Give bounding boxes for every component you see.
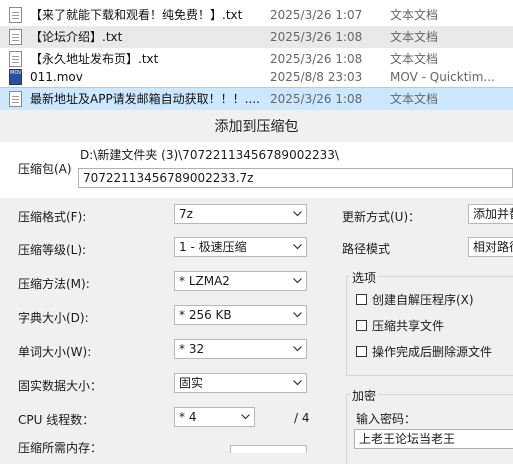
memory-label: 压缩所需内存： — [18, 441, 103, 455]
level-value: 1 - 极速压缩 — [179, 240, 247, 254]
dict-label: 字典大小(D): — [18, 311, 89, 325]
cpu-value: * 4 — [179, 410, 197, 424]
word-label: 单词大小(W): — [18, 345, 92, 359]
chevron-down-icon — [290, 205, 302, 223]
chevron-down-icon — [290, 340, 302, 358]
shared-option-label: 压缩共享文件 — [372, 319, 445, 333]
format-select[interactable]: 7z — [174, 204, 307, 224]
file-list: 【来了就能下载和观看！纯免费！】.txt 2025/3/26 1:07 文本文档… — [0, 0, 513, 111]
pathmode-select[interactable]: 相对路径 — [468, 237, 513, 257]
delete-checkbox[interactable] — [356, 346, 367, 357]
method-value: * LZMA2 — [179, 274, 230, 288]
format-value: 7z — [179, 207, 193, 221]
solid-value: 固实 — [179, 376, 204, 390]
memory-field — [230, 445, 307, 453]
shared-checkbox[interactable] — [356, 320, 367, 331]
file-row[interactable]: MOV 011.mov 2025/8/8 23:03 MOV - Quickti… — [0, 66, 513, 88]
options-title: 选项 — [350, 269, 379, 286]
method-select[interactable]: * LZMA2 — [174, 271, 307, 291]
cpu-label: CPU 线程数： — [18, 413, 95, 427]
file-row[interactable]: 【来了就能下载和观看！纯免费！】.txt 2025/3/26 1:07 文本文档 — [0, 4, 513, 26]
text-file-icon — [9, 51, 22, 67]
chevron-down-icon — [290, 238, 302, 256]
file-type: 文本文档 — [390, 92, 439, 106]
file-name: 011.mov — [30, 70, 83, 84]
file-type: 文本文档 — [390, 30, 439, 44]
chevron-down-icon — [290, 374, 302, 392]
file-name: 【论坛介绍】.txt — [30, 30, 123, 44]
archive-name-input[interactable]: 70722113456789002233.7z — [78, 168, 513, 188]
dialog-title: 添加到压缩包 — [214, 119, 299, 135]
update-select[interactable]: 添加并替换文件 — [468, 204, 513, 224]
level-label: 压缩等级(L): — [18, 243, 87, 257]
chevron-down-icon — [238, 408, 250, 426]
chevron-down-icon — [290, 272, 302, 290]
add-to-archive-dialog: 添加到压缩包 压缩包(A) D:\新建文件夹 (3)\7072211345678… — [0, 110, 513, 464]
archive-label: 压缩包(A) — [18, 162, 72, 176]
file-name: 最新地址及APP请发邮箱自动获取！！！.... — [30, 92, 260, 106]
file-date: 2025/8/8 23:03 — [270, 70, 363, 84]
password-label: 输入密码： — [356, 412, 417, 426]
text-file-icon — [9, 7, 22, 23]
solid-select[interactable]: 固实 — [174, 373, 307, 393]
sfx-checkbox[interactable] — [356, 294, 367, 305]
pathmode-label: 路径模式 — [342, 242, 391, 256]
file-name: 【来了就能下载和观看！纯免费！】.txt — [30, 8, 243, 22]
password-input[interactable]: 上老王论坛当老王 — [354, 429, 513, 449]
format-label: 压缩格式(F): — [18, 210, 87, 224]
mov-file-icon: MOV — [9, 69, 22, 85]
chevron-down-icon — [290, 306, 302, 324]
encryption-title: 加密 — [350, 387, 379, 404]
file-date: 2025/3/26 1:08 — [270, 30, 363, 44]
file-type: MOV - Quicktim... — [390, 70, 495, 84]
dict-value: * 256 KB — [179, 308, 232, 322]
delete-option-label: 操作完成后删除源文件 — [372, 345, 493, 359]
sfx-option-label: 创建自解压程序(X) — [372, 293, 474, 307]
dict-select[interactable]: * 256 KB — [174, 305, 307, 325]
cpu-total: / 4 — [294, 411, 310, 425]
method-label: 压缩方法(M): — [18, 277, 90, 291]
archive-section: 压缩包(A) D:\新建文件夹 (3)\70722113456789002233… — [0, 142, 513, 198]
word-value: * 32 — [179, 342, 205, 356]
archive-path: D:\新建文件夹 (3)\70722113456789002233\ — [80, 148, 339, 162]
file-date: 2025/3/26 1:07 — [270, 8, 363, 22]
solid-label: 固实数据大小： — [18, 379, 103, 393]
file-type: 文本文档 — [390, 8, 439, 22]
word-select[interactable]: * 32 — [174, 339, 307, 359]
file-row-selected[interactable]: 最新地址及APP请发邮箱自动获取！！！.... 2025/3/26 1:08 文… — [0, 87, 513, 111]
file-date: 2025/3/26 1:08 — [270, 92, 363, 106]
text-file-icon — [9, 29, 22, 45]
update-label: 更新方式(U)： — [342, 210, 421, 224]
file-row[interactable]: 【论坛介绍】.txt 2025/3/26 1:08 文本文档 — [0, 26, 513, 48]
cpu-select[interactable]: * 4 — [174, 407, 255, 427]
level-select[interactable]: 1 - 极速压缩 — [174, 237, 307, 257]
text-file-icon — [9, 91, 22, 107]
